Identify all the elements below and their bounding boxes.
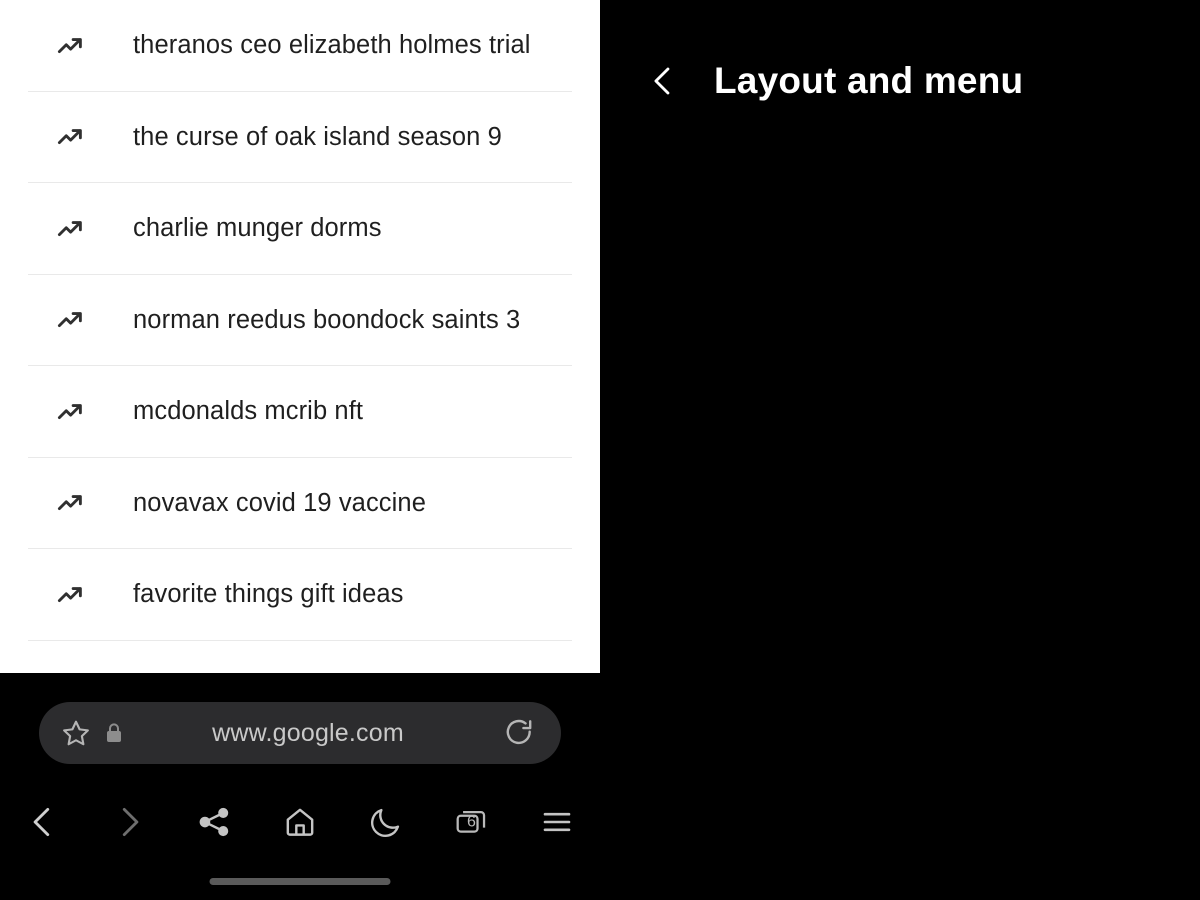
trending-up-icon	[55, 488, 85, 518]
settings-panel: Layout and menu Address bar position	[600, 0, 1200, 900]
trending-up-icon	[55, 580, 85, 610]
list-item[interactable]: novavax covid 19 vaccine	[0, 458, 600, 550]
list-item[interactable]: mcdonalds mcrib nft	[0, 366, 600, 458]
trending-suggestions-list: theranos ceo elizabeth holmes trial the …	[0, 0, 600, 673]
chevron-left-icon[interactable]	[646, 64, 680, 98]
home-button[interactable]	[257, 791, 343, 853]
url-text[interactable]: www.google.com	[113, 719, 503, 748]
address-bar[interactable]: www.google.com	[39, 702, 561, 764]
trending-up-icon	[55, 305, 85, 335]
hamburger-menu-icon	[543, 812, 571, 832]
page-title: Layout and menu	[714, 60, 1024, 101]
reload-icon[interactable]	[503, 717, 535, 749]
browser-toolbar: 6	[0, 791, 600, 853]
browser-chrome: www.google.com 6	[0, 673, 600, 900]
tabs-icon	[457, 810, 486, 833]
browser-panel: theranos ceo elizabeth holmes trial the …	[0, 0, 600, 900]
suggestion-text: favorite things gift ideas	[133, 580, 404, 609]
trending-up-icon	[55, 31, 85, 61]
star-icon[interactable]	[61, 718, 91, 748]
trending-up-icon	[55, 122, 85, 152]
trending-up-icon	[55, 397, 85, 427]
suggestion-text: novavax covid 19 vaccine	[133, 488, 426, 517]
menu-button[interactable]	[514, 791, 600, 853]
share-button[interactable]	[171, 791, 257, 853]
dual-panel-screenshot: theranos ceo elizabeth holmes trial the …	[0, 0, 1200, 900]
forward-button[interactable]	[86, 791, 172, 853]
trending-up-icon	[55, 214, 85, 244]
list-item[interactable]: charlie munger dorms	[0, 183, 600, 275]
suggestion-text: norman reedus boondock saints 3	[133, 305, 521, 334]
night-mode-button[interactable]	[343, 791, 429, 853]
suggestion-text: the curse of oak island season 9	[133, 122, 502, 151]
list-item[interactable]: favorite things gift ideas	[0, 549, 600, 641]
home-indicator	[209, 878, 391, 885]
back-button[interactable]	[0, 791, 86, 853]
list-item[interactable]: the curse of oak island season 9	[0, 92, 600, 184]
share-icon	[199, 807, 229, 837]
settings-header: Layout and menu	[600, 42, 1200, 120]
chevron-left-icon	[33, 807, 50, 837]
suggestion-text: charlie munger dorms	[133, 214, 382, 243]
home-icon	[286, 808, 314, 836]
list-item[interactable]: norman reedus boondock saints 3	[0, 275, 600, 367]
tabs-button[interactable]: 6	[429, 791, 515, 853]
moon-icon	[370, 808, 399, 837]
suggestion-text: mcdonalds mcrib nft	[133, 397, 364, 426]
suggestion-text: theranos ceo elizabeth holmes trial	[133, 31, 531, 60]
chevron-right-icon	[122, 807, 138, 837]
list-item[interactable]: theranos ceo elizabeth holmes trial	[0, 0, 600, 92]
